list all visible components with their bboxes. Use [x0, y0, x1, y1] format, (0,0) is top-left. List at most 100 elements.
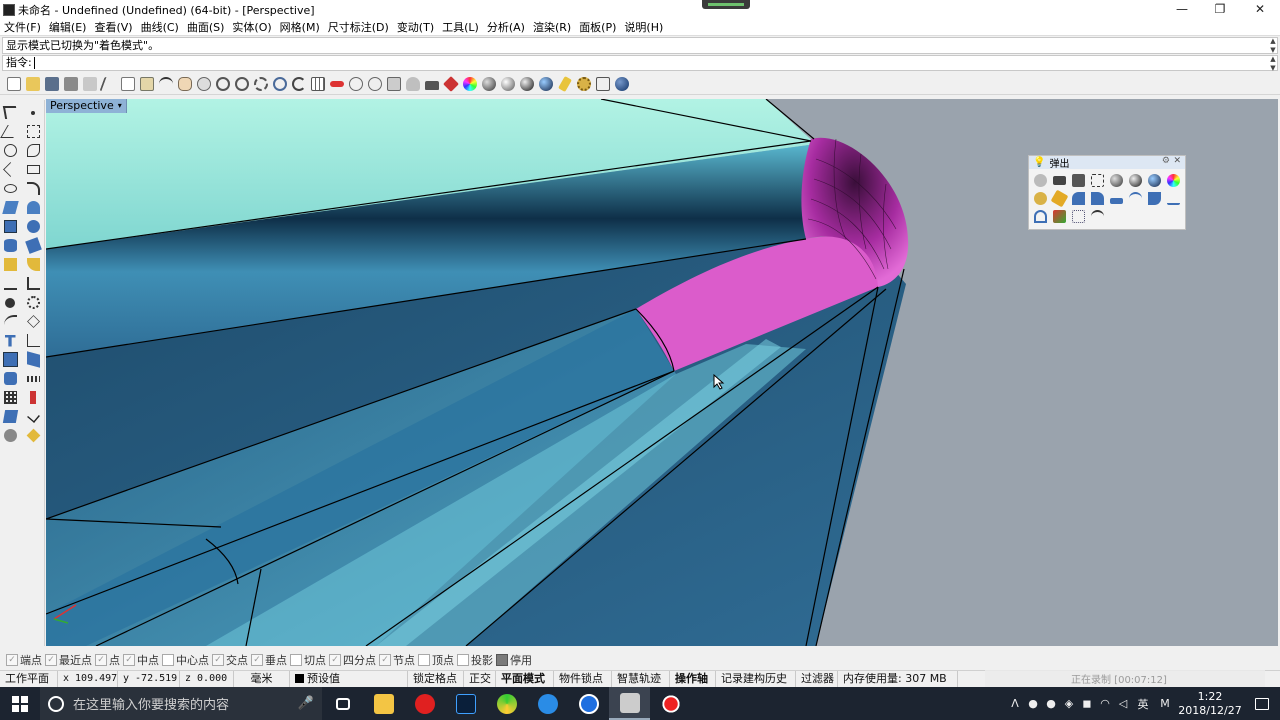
- zoom-window-button[interactable]: [232, 75, 251, 93]
- osnap-end[interactable]: ✓ 端点: [6, 652, 42, 668]
- cplane-button[interactable]: [365, 75, 384, 93]
- checkbox-checked-icon[interactable]: ✓: [379, 654, 391, 666]
- viewport-tab-perspective[interactable]: Perspective ▾: [46, 99, 127, 113]
- popup-box-button[interactable]: [1050, 207, 1069, 225]
- menu-edit[interactable]: 编辑(E): [49, 19, 87, 35]
- popup-lock-button[interactable]: [1050, 171, 1069, 189]
- qq-browser-button[interactable]: [527, 687, 568, 720]
- start-button[interactable]: [0, 687, 40, 720]
- fillet-tool-button[interactable]: [24, 256, 42, 273]
- command-input[interactable]: 指令:: [2, 55, 1278, 71]
- osnap-vertex[interactable]: 顶点: [418, 652, 454, 668]
- gumball-toggle[interactable]: 操作轴: [670, 670, 716, 688]
- photoshop-button[interactable]: [445, 687, 486, 720]
- menu-transform[interactable]: 变动(T): [397, 19, 434, 35]
- scroll-up-icon[interactable]: ▲: [1268, 37, 1278, 46]
- menu-file[interactable]: 文件(F): [4, 19, 41, 35]
- popup-dimension-button[interactable]: [1107, 189, 1126, 207]
- taskbar-clock[interactable]: 1:22 2018/12/27: [1176, 690, 1244, 718]
- material-button[interactable]: [441, 75, 460, 93]
- color-button[interactable]: [460, 75, 479, 93]
- point-tool-button[interactable]: [24, 104, 42, 121]
- popup-zoom-button[interactable]: [1088, 171, 1107, 189]
- popup-extrude-button[interactable]: [1164, 189, 1183, 207]
- check-tool-button[interactable]: [24, 408, 42, 425]
- scroll-down-icon[interactable]: ▼: [1268, 64, 1278, 73]
- gear-icon[interactable]: ⚙: [1162, 156, 1170, 166]
- close-button[interactable]: ✕: [1240, 0, 1280, 19]
- volume-icon[interactable]: ◁: [1114, 687, 1132, 720]
- popup-blue-sphere-button[interactable]: [1145, 171, 1164, 189]
- cut-button[interactable]: [98, 75, 119, 93]
- close-icon[interactable]: ✕: [1173, 156, 1181, 166]
- zoom-selected-button[interactable]: [270, 75, 289, 93]
- open-file-button[interactable]: [23, 75, 42, 93]
- undo-view-button[interactable]: [289, 75, 308, 93]
- checkbox-checked-icon[interactable]: ✓: [251, 654, 263, 666]
- units-status[interactable]: 毫米: [234, 670, 290, 688]
- zoom-button[interactable]: [213, 75, 232, 93]
- osnap-intersection[interactable]: ✓ 交点: [212, 652, 248, 668]
- popup-curve-button[interactable]: [1126, 189, 1145, 207]
- minimize-button[interactable]: —: [1162, 0, 1202, 19]
- scroll-up-icon[interactable]: ▲: [1268, 55, 1278, 64]
- analyze-tool-button[interactable]: [24, 370, 42, 387]
- cplane-status[interactable]: 工作平面: [0, 670, 58, 688]
- ellipse-tool-button[interactable]: [1, 180, 19, 197]
- rebuild-tool-button[interactable]: [24, 142, 42, 159]
- popup-color-button[interactable]: [1164, 171, 1183, 189]
- tray-expand-icon[interactable]: ᐱ: [1006, 687, 1024, 720]
- popup-options-button[interactable]: [1031, 189, 1050, 207]
- checkbox-icon[interactable]: [290, 654, 302, 666]
- rectangle-tool-button[interactable]: [24, 161, 42, 178]
- checkbox-filled-icon[interactable]: [496, 654, 508, 666]
- blue-sphere-button[interactable]: [536, 75, 555, 93]
- block-tool-button[interactable]: [1, 370, 19, 387]
- osnap-center[interactable]: 中心点: [162, 652, 209, 668]
- lock-button[interactable]: [422, 75, 441, 93]
- menu-dimension[interactable]: 尺寸标注(D): [328, 19, 389, 35]
- rhino-taskbar-button[interactable]: [609, 687, 650, 720]
- group-tool-button[interactable]: [24, 313, 42, 330]
- menu-solid[interactable]: 实体(O): [232, 19, 271, 35]
- print-button[interactable]: [61, 75, 80, 93]
- planar-toggle[interactable]: 平面模式: [496, 670, 554, 688]
- network-icon[interactable]: ◠: [1096, 687, 1114, 720]
- ime-mode-indicator[interactable]: M: [1154, 687, 1176, 720]
- zoom-extents-button[interactable]: [251, 75, 270, 93]
- trim-tool-button[interactable]: [24, 275, 42, 292]
- properties-button[interactable]: [384, 75, 403, 93]
- array-tool-button[interactable]: [1, 351, 19, 368]
- layer-status[interactable]: 预设值: [290, 670, 408, 688]
- cap-tool-button[interactable]: [24, 237, 42, 254]
- box-tool-button[interactable]: [1, 218, 19, 235]
- curve-tool-button[interactable]: [24, 180, 42, 197]
- checkbox-checked-icon[interactable]: ✓: [212, 654, 224, 666]
- popup-flashlight-button[interactable]: [1050, 189, 1069, 207]
- script-button[interactable]: [593, 75, 612, 93]
- menu-render[interactable]: 渲染(R): [533, 19, 571, 35]
- scale-tool-button[interactable]: [24, 332, 42, 349]
- polyline-tool-button[interactable]: [0, 123, 21, 140]
- osnap-point[interactable]: ✓ 点: [95, 652, 120, 668]
- osnap-near[interactable]: ✓ 最近点: [45, 652, 92, 668]
- menu-tools[interactable]: 工具(L): [442, 19, 479, 35]
- command-scrollbar[interactable]: ▲ ▼ ▲ ▼: [1268, 37, 1278, 73]
- file-explorer-button[interactable]: [363, 687, 404, 720]
- select-tool-button[interactable]: [1, 104, 19, 121]
- grid-snap-toggle[interactable]: 锁定格点: [408, 670, 464, 688]
- popup-blend-button[interactable]: [1031, 207, 1050, 225]
- select-button[interactable]: [327, 75, 346, 93]
- new-file-button[interactable]: [4, 75, 23, 93]
- circle-tool-button[interactable]: [1, 142, 19, 159]
- browser-360-button[interactable]: [486, 687, 527, 720]
- checkbox-icon[interactable]: [457, 654, 469, 666]
- undo-button[interactable]: [156, 75, 175, 93]
- recorder-button[interactable]: [650, 687, 691, 720]
- import-button[interactable]: [80, 75, 99, 93]
- checkbox-checked-icon[interactable]: ✓: [329, 654, 341, 666]
- cylinder-tool-button[interactable]: [1, 237, 19, 254]
- split-tool-button[interactable]: [1, 294, 19, 311]
- render-tool-button[interactable]: [1, 408, 19, 425]
- filter-button[interactable]: 过滤器: [796, 670, 838, 688]
